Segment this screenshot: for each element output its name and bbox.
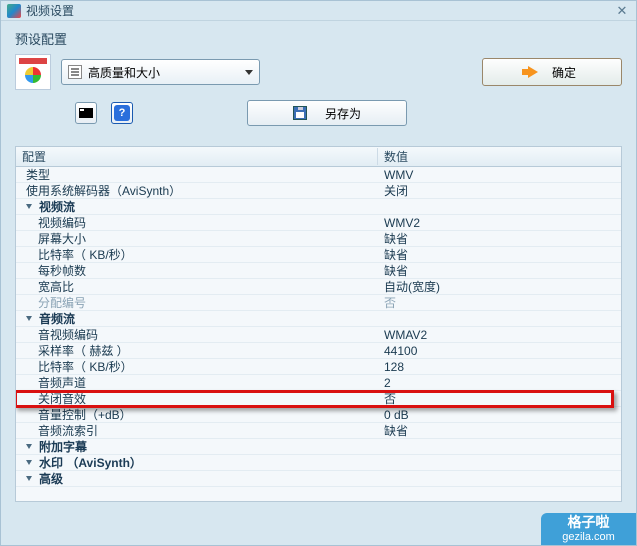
grid-header-value: 数值 [378, 148, 621, 165]
grid-cell-value: 自动(宽度) [378, 278, 621, 295]
grid-cell-label: 水印 （AviSynth） [39, 454, 142, 471]
grid-cell-value: WMV2 [378, 216, 621, 230]
grid-row[interactable]: 分配编号 否 [16, 295, 621, 311]
grid-row[interactable]: 视频流 [16, 199, 621, 215]
grid-row[interactable]: 附加字幕 [16, 439, 621, 455]
console-button[interactable] [75, 102, 97, 124]
grid-row[interactable]: 关闭音效 否 [16, 391, 621, 407]
expander-icon [26, 460, 32, 465]
watermark-line1: 格子啦 [568, 515, 610, 530]
grid-cell-label: 音频声道 [38, 374, 86, 391]
video-settings-window: 视频设置 ✕ 预设配置 高质量和大小 确定 [0, 0, 637, 546]
grid-cell-label: 使用系统解码器（AviSynth） [26, 182, 181, 199]
grid-cell-label: 屏幕大小 [38, 230, 86, 247]
grid-header-config: 配置 [16, 148, 378, 165]
grid-cell-value: 否 [378, 390, 621, 407]
grid-cell-label: 类型 [26, 166, 50, 183]
grid-row[interactable]: 采样率（ 赫兹 ） 44100 [16, 343, 621, 359]
expander-icon [26, 204, 32, 209]
format-wmv-icon [15, 54, 51, 90]
help-button[interactable]: ? [111, 102, 133, 124]
grid-row[interactable]: 音频声道 2 [16, 375, 621, 391]
grid-row[interactable]: 音频流 [16, 311, 621, 327]
console-icon [79, 108, 93, 118]
grid-cell-value: 关闭 [378, 182, 621, 199]
grid-row[interactable]: 类型 WMV [16, 167, 621, 183]
preset-label: 预设配置 [15, 29, 622, 48]
grid-row[interactable]: 水印 （AviSynth） [16, 455, 621, 471]
help-icon: ? [114, 105, 130, 121]
grid-cell-label: 视频编码 [38, 214, 86, 231]
preset-dropdown[interactable]: 高质量和大小 [61, 59, 260, 85]
close-button[interactable]: ✕ [614, 3, 630, 19]
grid-row[interactable]: 屏幕大小 缺省 [16, 231, 621, 247]
titlebar: 视频设置 ✕ [1, 1, 636, 21]
grid-cell-label: 附加字幕 [39, 438, 87, 455]
grid-row[interactable]: 比特率（ KB/秒） 缺省 [16, 247, 621, 263]
grid-cell-label: 视频流 [39, 198, 75, 215]
grid-cell-label: 音频流索引 [38, 422, 98, 439]
grid-cell-value: WMAV2 [378, 328, 621, 342]
chevron-down-icon [245, 70, 253, 75]
grid-row[interactable]: 音频流索引 缺省 [16, 423, 621, 439]
grid-cell-value: 缺省 [378, 422, 621, 439]
grid-cell-label: 音频流 [39, 310, 75, 327]
grid-row[interactable]: 每秒帧数 缺省 [16, 263, 621, 279]
grid-header: 配置 数值 [16, 147, 621, 167]
grid-cell-label: 采样率（ 赫兹 ） [38, 342, 129, 359]
expander-icon [26, 316, 32, 321]
preset-selected-value: 高质量和大小 [88, 64, 160, 81]
grid-row[interactable]: 音量控制（+dB） 0 dB [16, 407, 621, 423]
grid-cell-value: WMV [378, 168, 621, 182]
grid-row[interactable]: 宽高比 自动(宽度) [16, 279, 621, 295]
arrow-right-icon [528, 66, 538, 78]
grid-cell-label: 每秒帧数 [38, 262, 86, 279]
grid-cell-label: 宽高比 [38, 278, 74, 295]
expander-icon [26, 444, 32, 449]
grid-cell-label: 音视频编码 [38, 326, 98, 343]
grid-cell-value: 缺省 [378, 262, 621, 279]
grid-cell-label: 比特率（ KB/秒） [38, 246, 133, 263]
ok-button[interactable]: 确定 [482, 58, 622, 86]
grid-row[interactable]: 视频编码 WMV2 [16, 215, 621, 231]
grid-cell-value: 44100 [378, 344, 621, 358]
document-icon [68, 65, 82, 79]
window-title: 视频设置 [26, 2, 74, 19]
grid-row[interactable]: 使用系统解码器（AviSynth） 关闭 [16, 183, 621, 199]
expander-icon [26, 476, 32, 481]
grid-row[interactable]: 高级 [16, 471, 621, 487]
grid-cell-value: 2 [378, 376, 621, 390]
saveas-button[interactable]: 另存为 [247, 100, 407, 126]
grid-cell-value: 128 [378, 360, 621, 374]
settings-grid[interactable]: 配置 数值 类型 WMV 使用系统解码器（AviSynth） 关闭视频流视频编码 WMV… [15, 146, 622, 502]
app-icon [7, 4, 21, 18]
save-icon [293, 106, 307, 120]
saveas-button-label: 另存为 [325, 105, 361, 122]
grid-cell-label: 音量控制（+dB） [38, 406, 132, 423]
watermark-badge: 格子啦 gezila.com [541, 513, 636, 545]
watermark-line2: gezila.com [562, 531, 615, 543]
grid-cell-label: 分配编号 [38, 294, 86, 311]
grid-row[interactable]: 比特率（ KB/秒） 128 [16, 359, 621, 375]
grid-cell-value: 缺省 [378, 230, 621, 247]
grid-cell-value: 否 [378, 294, 621, 311]
grid-cell-label: 关闭音效 [38, 390, 86, 407]
ok-button-label: 确定 [552, 64, 576, 81]
grid-cell-label: 高级 [39, 470, 63, 487]
grid-cell-value: 缺省 [378, 246, 621, 263]
grid-cell-value: 0 dB [378, 408, 621, 422]
grid-row[interactable]: 音视频编码 WMAV2 [16, 327, 621, 343]
grid-cell-label: 比特率（ KB/秒） [38, 358, 133, 375]
